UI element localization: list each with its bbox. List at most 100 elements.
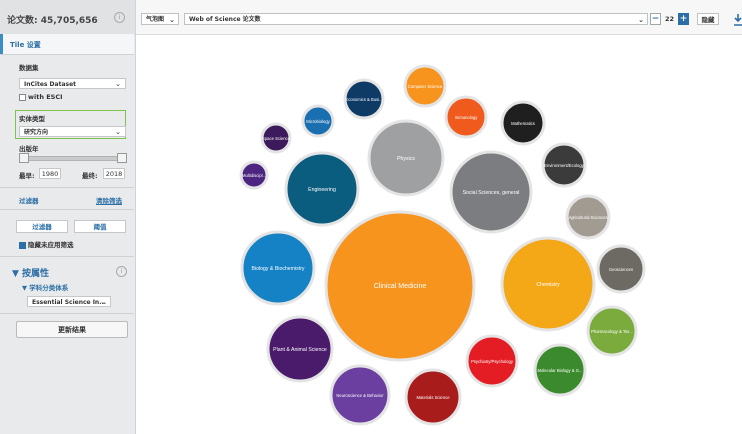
bubble-clinical-medicine[interactable]: Clinical Medicine — [324, 210, 476, 362]
divider — [0, 209, 134, 210]
bubble-mathematics[interactable]: Mathematics — [500, 100, 546, 146]
bubble-immunology[interactable]: Immunology — [444, 95, 488, 139]
chevron-down-icon: ⌄ — [115, 128, 121, 136]
hide-button[interactable]: 隐藏 — [697, 13, 719, 25]
bubble-label: Materials Science — [416, 395, 450, 400]
download-icon[interactable] — [734, 14, 742, 26]
bubble-geosciences[interactable]: Geosciences — [596, 244, 646, 294]
bubble-label: Computer Science — [408, 84, 443, 89]
bubble-label: Plant & Animal Science — [273, 347, 327, 353]
bubble-label: Environment/Ecology — [544, 163, 584, 168]
bubble-social-sciences-general[interactable]: Social Sciences, general — [449, 150, 533, 234]
bubble-count-value: 22 — [664, 15, 675, 23]
chevron-down-icon: ⌄ — [169, 16, 175, 24]
chevron-down-icon: ⌄ — [638, 16, 644, 24]
bubble-microbiology[interactable]: Microbiology — [301, 104, 335, 138]
bubble-materials-science[interactable]: Materials Science — [404, 368, 462, 426]
bubble-label: Economics & Busi... — [345, 97, 382, 102]
bubble-neuroscience-behavior[interactable]: Neuroscience & Behavior — [329, 364, 391, 426]
divider — [0, 256, 134, 257]
bubble-label: Geosciences — [609, 267, 633, 272]
bubble-label: Multidiscipl... — [242, 173, 266, 178]
bubble-space-science[interactable]: Space Science — [260, 122, 292, 154]
hide-unapplied-checkbox-box[interactable] — [19, 241, 26, 249]
dataset-select[interactable]: InCites Dataset ⌄ — [19, 78, 126, 89]
bubble-computer-science[interactable]: Computer Science — [403, 64, 447, 108]
esci-checkbox[interactable]: with ESCI — [19, 93, 63, 101]
sidebar-header: 论文数: 45,705,656 i — [0, 0, 135, 35]
clear-filter-link[interactable]: 清除筛选 — [96, 195, 122, 205]
bubble-molecular-biology-g[interactable]: Molecular Biology & G... — [533, 343, 587, 397]
bubble-economics-busi[interactable]: Economics & Busi... — [343, 78, 385, 120]
max-year-label: 最终: — [82, 172, 98, 180]
bubble-plant-animal-science[interactable]: Plant & Animal Science — [266, 315, 334, 383]
chevron-down-icon: ⌄ — [100, 298, 106, 306]
bubble-label: Engineering — [308, 187, 336, 193]
hide-unapplied-checkbox[interactable]: 隐藏未应用筛选 — [19, 239, 74, 249]
bubble-label: Immunology — [455, 115, 479, 120]
bubble-agricultural-sciences[interactable]: Agricultural Sciences — [565, 194, 611, 240]
info-circle-icon[interactable]: i — [114, 12, 125, 23]
bubble-label: Physics — [397, 156, 415, 162]
bubble-chart: Clinical Medicine Chemistry Social Science… — [239, 64, 646, 426]
publication-year-label: 出版年 — [19, 145, 39, 153]
entity-type-label: 实体类型 — [19, 115, 45, 123]
divider — [0, 313, 134, 314]
sidebar: 论文数: 45,705,656 i Tile 设置 数据集 InCites Da… — [0, 0, 136, 434]
esci-checkbox-label: with ESCI — [28, 93, 63, 101]
metric-value: Web of Science 论文数 — [189, 16, 261, 23]
divider — [0, 187, 134, 188]
increase-count-button[interactable]: + — [678, 13, 689, 25]
tab-filter[interactable]: 过滤器 — [16, 220, 68, 233]
bubble-environment-ecology[interactable]: Environment/Ecology — [541, 142, 587, 188]
entity-type-select-value: 研究方向 — [24, 129, 49, 136]
decrease-count-button[interactable]: − — [650, 13, 661, 25]
tab-tile-settings-label: Tile 设置 — [10, 41, 41, 49]
metric-select[interactable]: Web of Science 论文数 ⌄ — [184, 13, 648, 25]
bubble-label: Pharmacology & Tox... — [591, 329, 633, 334]
min-year-label: 最早: — [19, 172, 35, 180]
tab-threshold[interactable]: 阈值 — [74, 220, 126, 233]
viz-type-select[interactable]: 气泡图 ⌄ — [141, 13, 179, 25]
year-slider-min-handle[interactable] — [19, 153, 29, 163]
bubble-label: Psychiatry/Psychology — [471, 359, 514, 364]
hide-unapplied-label: 隐藏未应用筛选 — [28, 241, 74, 249]
bubble-label: Microbiology — [306, 119, 330, 124]
bubble-label: Neuroscience & Behavior — [336, 393, 384, 398]
year-slider-track[interactable] — [22, 156, 124, 161]
bubble-label: Mathematics — [511, 121, 535, 126]
info-circle-icon[interactable]: i — [116, 266, 127, 277]
chevron-down-icon: ⌄ — [115, 80, 121, 88]
paper-count: 论文数: 45,705,656 — [7, 16, 98, 26]
bubble-biology-biochemistry[interactable]: Biology & Biochemistry — [240, 230, 316, 306]
bubble-psychiatry-psychology[interactable]: Psychiatry/Psychology — [465, 334, 519, 388]
active-tab-indicator — [0, 34, 3, 54]
max-year-input[interactable]: 2018 — [103, 168, 125, 179]
filter-label: 过滤器 — [19, 197, 39, 205]
bubble-multidiscipl[interactable]: Multidiscipl... — [239, 160, 269, 190]
bubble-engineering[interactable]: Engineering — [284, 151, 360, 227]
tab-tile-settings[interactable]: Tile 设置 — [0, 34, 134, 55]
bubble-label: Chemistry — [536, 282, 560, 288]
dataset-label: 数据集 — [19, 64, 39, 72]
bubble-label: Agricultural Sciences — [568, 215, 607, 220]
subject-scheme-label[interactable]: ▼ 学科分类体系 — [22, 282, 68, 292]
dataset-select-value: InCites Dataset — [24, 81, 77, 88]
toolbar: 气泡图 ⌄ Web of Science 论文数 ⌄ − 22 + 隐藏 — [136, 0, 742, 35]
bubble-label: Space Science — [262, 136, 291, 141]
subject-scheme-select-value: Essential Science In... — [32, 299, 107, 306]
subject-scheme-select[interactable]: Essential Science In... ⌄ — [27, 296, 111, 307]
entity-type-select[interactable]: 研究方向 ⌄ — [19, 126, 126, 137]
bubble-label: Social Sciences, general — [463, 190, 520, 196]
bubble-label: Clinical Medicine — [374, 283, 427, 290]
bubble-label: Biology & Biochemistry — [251, 266, 304, 272]
min-year-input[interactable]: 1980 — [39, 168, 61, 179]
attribute-section-title[interactable]: ▼ 按属性 — [12, 266, 49, 279]
bubble-physics[interactable]: Physics — [367, 119, 445, 197]
bubble-pharmacology-tox[interactable]: Pharmacology & Tox... — [586, 305, 638, 357]
year-slider-max-handle[interactable] — [117, 153, 127, 163]
update-results-button[interactable]: 更新结果 — [16, 321, 128, 338]
viz-type-value: 气泡图 — [146, 16, 165, 23]
bubble-chemistry[interactable]: Chemistry — [500, 236, 596, 332]
esci-checkbox-box[interactable] — [19, 93, 26, 101]
